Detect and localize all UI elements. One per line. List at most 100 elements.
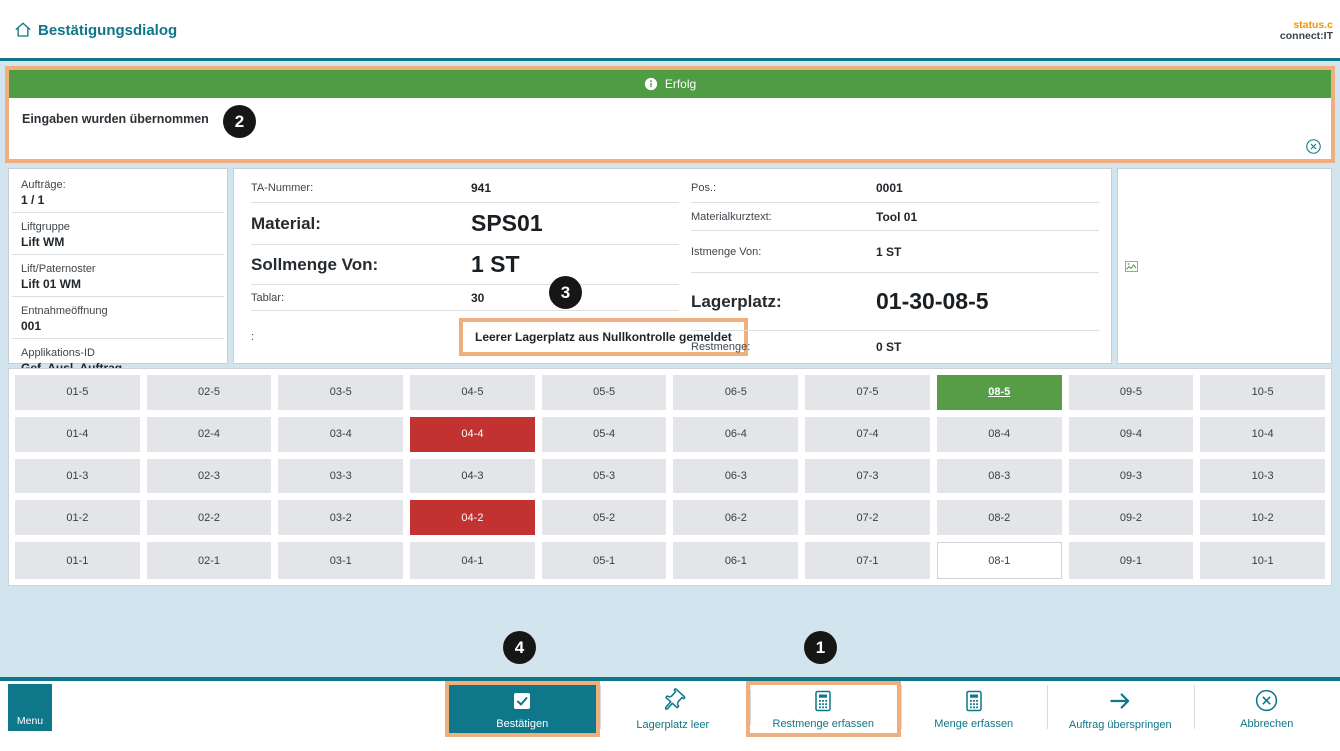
storage-location-grid: 01-502-503-504-505-506-507-508-509-510-5… <box>8 368 1332 586</box>
storage-cell-01-4[interactable]: 01-4 <box>15 417 140 452</box>
storage-cell-05-5[interactable]: 05-5 <box>542 375 667 410</box>
storage-cell-10-2[interactable]: 10-2 <box>1200 500 1325 535</box>
storage-cell-04-1[interactable]: 04-1 <box>410 542 535 579</box>
success-message-text: Eingaben wurden übernommen <box>22 112 209 126</box>
storage-cell-06-5[interactable]: 06-5 <box>673 375 798 410</box>
storage-cell-09-1[interactable]: 09-1 <box>1069 542 1194 579</box>
storage-cell-08-2[interactable]: 08-2 <box>937 500 1062 535</box>
storage-cell-09-3[interactable]: 09-3 <box>1069 459 1194 494</box>
menu-button[interactable]: Menu <box>8 684 52 731</box>
material-image-panel <box>1117 168 1332 364</box>
storage-cell-07-2[interactable]: 07-2 <box>805 500 930 535</box>
details-right-column: Pos.: 0001 Materialkurztext: Tool 01 Ist… <box>691 173 1099 363</box>
annotation-badge-4: 4 <box>503 631 536 664</box>
storage-cell-07-4[interactable]: 07-4 <box>805 417 930 452</box>
storage-cell-05-2[interactable]: 05-2 <box>542 500 667 535</box>
row-label: : <box>251 331 471 343</box>
storage-cell-01-2[interactable]: 01-2 <box>15 500 140 535</box>
field-value: Lift 01 WM <box>21 277 215 291</box>
storage-cell-10-3[interactable]: 10-3 <box>1200 459 1325 494</box>
field-auftraege: Aufträge: 1 / 1 <box>12 171 224 213</box>
capture-remaining-quantity-button[interactable]: Restmenge erfassen <box>746 681 901 737</box>
storage-cell-10-5[interactable]: 10-5 <box>1200 375 1325 410</box>
storage-cell-05-4[interactable]: 05-4 <box>542 417 667 452</box>
app-root: Bestätigungsdialog status.c connect:IT E… <box>0 0 1340 751</box>
storage-cell-04-4[interactable]: 04-4 <box>410 417 535 452</box>
home-icon[interactable] <box>14 21 32 44</box>
storage-cell-04-3[interactable]: 04-3 <box>410 459 535 494</box>
storage-cell-02-4[interactable]: 02-4 <box>147 417 272 452</box>
row-value: SPS01 <box>471 210 543 237</box>
row-value: 1 ST <box>876 245 901 259</box>
storage-cell-07-3[interactable]: 07-3 <box>805 459 930 494</box>
storage-cell-03-4[interactable]: 03-4 <box>278 417 403 452</box>
storage-cell-09-5[interactable]: 09-5 <box>1069 375 1194 410</box>
row-lagerplatz: Lagerplatz: 01-30-08-5 <box>691 273 1099 331</box>
row-tablar: Tablar: 30 <box>251 285 679 311</box>
storage-cell-02-5[interactable]: 02-5 <box>147 375 272 410</box>
cancel-icon <box>1254 688 1279 713</box>
skip-order-button[interactable]: Auftrag überspringen <box>1047 681 1194 737</box>
storage-cell-09-2[interactable]: 09-2 <box>1069 500 1194 535</box>
storage-cell-10-1[interactable]: 10-1 <box>1200 542 1325 579</box>
cancel-button[interactable]: Abbrechen <box>1194 681 1340 737</box>
row-value: 941 <box>471 181 491 195</box>
row-materialkurztext: Materialkurztext: Tool 01 <box>691 203 1099 231</box>
storage-cell-08-1[interactable]: 08-1 <box>937 542 1062 579</box>
row-label: TA-Nummer: <box>251 182 471 194</box>
storage-cell-07-1[interactable]: 07-1 <box>805 542 930 579</box>
storage-cell-08-3[interactable]: 08-3 <box>937 459 1062 494</box>
storage-cell-10-4[interactable]: 10-4 <box>1200 417 1325 452</box>
capture-quantity-button[interactable]: Menge erfassen <box>901 681 1048 737</box>
storage-cell-06-2[interactable]: 06-2 <box>673 500 798 535</box>
storage-cell-04-2[interactable]: 04-2 <box>410 500 535 535</box>
storage-cell-09-4[interactable]: 09-4 <box>1069 417 1194 452</box>
storage-cell-05-3[interactable]: 05-3 <box>542 459 667 494</box>
row-ta-nummer: TA-Nummer: 941 <box>251 173 679 203</box>
page-title: Bestätigungsdialog <box>38 22 177 39</box>
storage-cell-08-4[interactable]: 08-4 <box>937 417 1062 452</box>
row-label: Istmenge Von: <box>691 246 876 258</box>
button-label: Restmenge erfassen <box>773 718 875 730</box>
button-label: Menge erfassen <box>934 718 1013 730</box>
row-label: Restmenge: <box>691 341 876 353</box>
storage-cell-03-3[interactable]: 03-3 <box>278 459 403 494</box>
storage-cell-02-3[interactable]: 02-3 <box>147 459 272 494</box>
pushpin-icon <box>660 688 686 714</box>
annotation-badge-3: 3 <box>549 276 582 309</box>
storage-cell-01-3[interactable]: 01-3 <box>15 459 140 494</box>
storage-cell-03-1[interactable]: 03-1 <box>278 542 403 579</box>
storage-cell-06-1[interactable]: 06-1 <box>673 542 798 579</box>
button-label: Lagerplatz leer <box>636 719 709 731</box>
storage-cell-08-5[interactable]: 08-5 <box>937 375 1062 410</box>
row-label: Materialkurztext: <box>691 211 876 223</box>
toolbar-buttons: Bestätigen Lagerplatz leer Restmenge erf… <box>445 681 1340 737</box>
location-empty-button[interactable]: Lagerplatz leer <box>600 681 747 737</box>
checkbox-checked-icon <box>510 689 534 713</box>
row-label: Lagerplatz: <box>691 292 876 312</box>
storage-cell-03-5[interactable]: 03-5 <box>278 375 403 410</box>
storage-cell-02-1[interactable]: 02-1 <box>147 542 272 579</box>
field-liftgruppe: Liftgruppe Lift WM <box>12 213 224 255</box>
dismiss-message-icon[interactable] <box>1305 138 1322 155</box>
field-label: Lift/Paternoster <box>21 263 215 275</box>
broken-image-icon <box>1125 261 1138 272</box>
header: Bestätigungsdialog status.c connect:IT <box>0 0 1340 61</box>
storage-cell-01-5[interactable]: 01-5 <box>15 375 140 410</box>
storage-cell-04-5[interactable]: 04-5 <box>410 375 535 410</box>
confirm-button[interactable]: Bestätigen <box>445 681 600 737</box>
storage-cell-06-3[interactable]: 06-3 <box>673 459 798 494</box>
field-value: 001 <box>21 319 215 333</box>
action-toolbar: Menu Bestätigen Lagerplatz leer Restmeng… <box>0 677 1340 751</box>
field-entnahmeoeffnung: Entnahmeöffnung 001 <box>12 297 224 339</box>
storage-cell-02-2[interactable]: 02-2 <box>147 500 272 535</box>
field-lift-paternoster: Lift/Paternoster Lift 01 WM <box>12 255 224 297</box>
storage-cell-01-1[interactable]: 01-1 <box>15 542 140 579</box>
storage-cell-07-5[interactable]: 07-5 <box>805 375 930 410</box>
storage-cell-05-1[interactable]: 05-1 <box>542 542 667 579</box>
button-label: Auftrag überspringen <box>1069 719 1172 731</box>
row-nullkontrolle: : Leerer Lagerplatz aus Nullkontrolle ge… <box>251 311 679 363</box>
storage-cell-03-2[interactable]: 03-2 <box>278 500 403 535</box>
row-value: 0001 <box>876 181 903 195</box>
storage-cell-06-4[interactable]: 06-4 <box>673 417 798 452</box>
